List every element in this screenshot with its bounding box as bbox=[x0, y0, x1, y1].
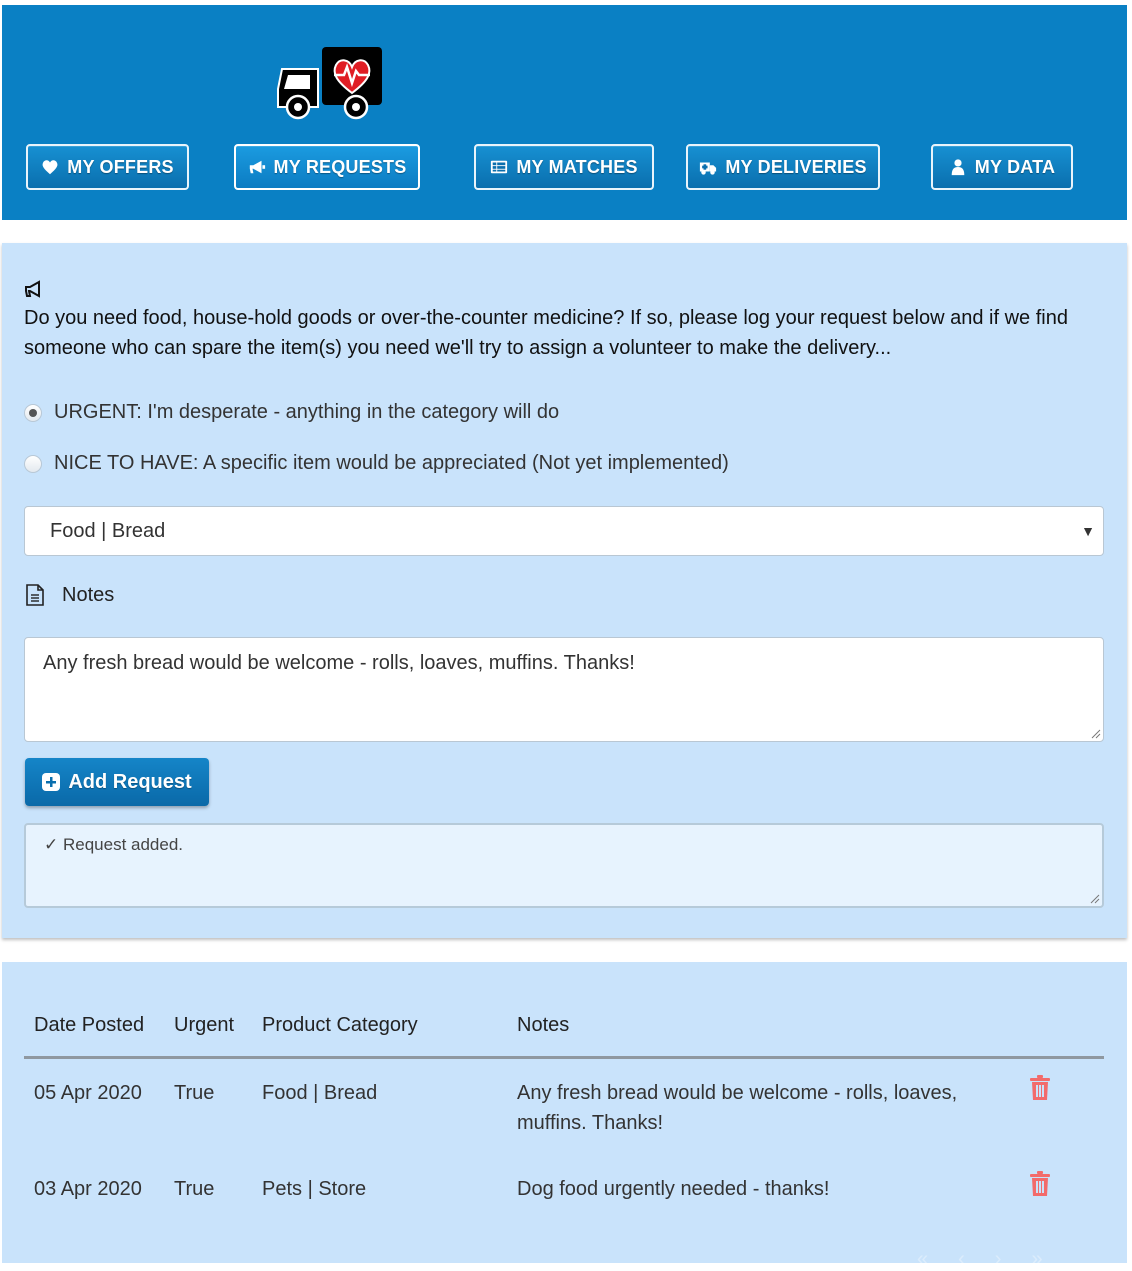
notes-label-text: Notes bbox=[62, 583, 115, 606]
resize-handle-icon[interactable] bbox=[1090, 894, 1100, 904]
radio-nice-to-have-label: NICE TO HAVE: A specific item would be a… bbox=[54, 452, 729, 474]
requests-table-panel: Date Posted Urgent Product Category Note… bbox=[2, 962, 1127, 1270]
cell-date: 05 Apr 2020 bbox=[34, 1082, 142, 1104]
nav-my-deliveries-button[interactable]: MY DELIVERIES bbox=[686, 144, 880, 190]
header-urgent[interactable]: Urgent bbox=[174, 1014, 234, 1037]
radio-nice-to-have[interactable] bbox=[24, 454, 42, 473]
radio-urgent[interactable] bbox=[24, 403, 42, 422]
notes-label: Notes bbox=[24, 583, 114, 607]
table-pagination: « ‹ › » bbox=[917, 1248, 1043, 1271]
cell-notes: Any fresh bread would be welcome - rolls… bbox=[517, 1082, 958, 1134]
nav-my-data-button[interactable]: MY DATA bbox=[931, 144, 1073, 190]
nav-my-data-label: MY DATA bbox=[974, 156, 1056, 177]
cell-date: 03 Apr 2020 bbox=[34, 1178, 142, 1200]
next-page-icon[interactable]: › bbox=[995, 1248, 1002, 1271]
app-header: MY OFFERS MY REQUESTS MY MATCHES MY DELI… bbox=[2, 5, 1127, 220]
last-page-icon[interactable]: » bbox=[1031, 1248, 1042, 1271]
nav-my-offers-label: MY OFFERS bbox=[67, 156, 174, 177]
radio-nice-to-have-row[interactable]: NICE TO HAVE: A specific item would be a… bbox=[24, 452, 729, 475]
plus-square-icon bbox=[42, 773, 61, 791]
heart-icon bbox=[42, 160, 58, 175]
radio-urgent-label: URGENT: I'm desperate - anything in the … bbox=[54, 401, 560, 423]
radio-urgent-row[interactable]: URGENT: I'm desperate - anything in the … bbox=[24, 401, 559, 424]
document-icon bbox=[26, 584, 44, 606]
megaphone-icon bbox=[249, 160, 265, 174]
resize-handle-icon[interactable] bbox=[1091, 729, 1101, 739]
status-message-box: ✓ Request added. bbox=[24, 823, 1104, 908]
header-date-posted[interactable]: Date Posted bbox=[34, 1014, 144, 1037]
add-request-label: Add Request bbox=[68, 770, 192, 793]
nav-my-offers-button[interactable]: MY OFFERS bbox=[26, 144, 189, 190]
delivery-truck-heart-icon bbox=[277, 47, 382, 120]
nav-my-requests-label: MY REQUESTS bbox=[273, 156, 407, 177]
request-form-panel: Do you need food, house-hold goods or ov… bbox=[2, 243, 1127, 938]
dropdown-caret-icon: ▼ bbox=[1081, 523, 1095, 539]
cell-urgent: True bbox=[174, 1178, 215, 1200]
megaphone-icon bbox=[25, 280, 40, 298]
header-notes[interactable]: Notes bbox=[517, 1014, 569, 1037]
notes-textarea[interactable]: Any fresh bread would be welcome - rolls… bbox=[24, 637, 1104, 742]
nav-my-matches-button[interactable]: MY MATCHES bbox=[474, 144, 654, 190]
nav-my-matches-label: MY MATCHES bbox=[516, 156, 638, 177]
cell-urgent: True bbox=[174, 1082, 215, 1104]
product-category-value: Food | Bread bbox=[50, 520, 166, 542]
user-icon bbox=[951, 159, 965, 176]
trash-icon[interactable] bbox=[1029, 1171, 1051, 1197]
request-intro-text: Do you need food, house-hold goods or ov… bbox=[24, 307, 1068, 359]
header-product-category[interactable]: Product Category bbox=[262, 1014, 418, 1037]
first-page-icon[interactable]: « bbox=[917, 1248, 928, 1271]
prev-page-icon[interactable]: ‹ bbox=[958, 1248, 965, 1271]
status-message-text: ✓ Request added. bbox=[44, 835, 184, 854]
ambulance-icon bbox=[700, 162, 717, 175]
trash-icon[interactable] bbox=[1029, 1075, 1051, 1101]
cell-notes: Dog food urgently needed - thanks! bbox=[517, 1178, 830, 1200]
cell-category: Food | Bread bbox=[262, 1082, 378, 1104]
nav-my-deliveries-label: MY DELIVERIES bbox=[725, 156, 867, 177]
notes-textarea-value: Any fresh bread would be welcome - rolls… bbox=[43, 652, 635, 674]
product-category-select[interactable]: Food | Bread ▼ bbox=[24, 506, 1104, 556]
add-request-button[interactable]: Add Request bbox=[25, 758, 209, 806]
table-header-divider bbox=[24, 1056, 1104, 1059]
cell-category: Pets | Store bbox=[262, 1178, 367, 1200]
nav-my-requests-button[interactable]: MY REQUESTS bbox=[234, 144, 420, 190]
list-icon bbox=[491, 160, 508, 174]
